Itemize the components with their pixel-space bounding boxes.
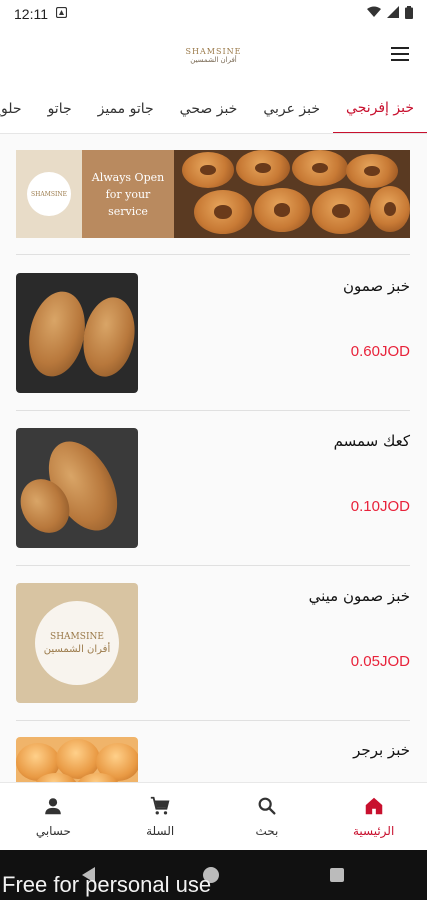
product-card[interactable]: خبز صمون 0.60JOD (16, 273, 410, 395)
nav-account-label: حسابي (35, 824, 71, 838)
divider (16, 720, 410, 721)
product-name: خبز صمون ميني (308, 587, 410, 605)
product-price: 0.10JOD (350, 498, 410, 515)
recents-icon[interactable] (330, 868, 344, 882)
product-card[interactable]: كعك سمسم 0.10JOD (16, 428, 410, 550)
product-price: 0.05JOD (350, 653, 410, 670)
nav-home-label: الرئيسية (352, 824, 395, 838)
home-icon (363, 795, 385, 820)
banner-logo: SHAMSINE (16, 150, 82, 238)
divider (16, 565, 410, 566)
cart-icon (149, 795, 171, 820)
nav-search-label: بحث (255, 824, 279, 838)
banner-photo (174, 150, 410, 238)
product-image-logo-ar: أفران الشمسين (43, 643, 111, 655)
tab-category[interactable]: خبز عربي (250, 84, 333, 133)
logo-text-ar: أفران الشمسين (190, 56, 237, 64)
product-list: SHAMSINE Always Open for your service خب… (0, 134, 427, 782)
tab-category[interactable]: جاتو (35, 84, 85, 133)
product-card[interactable]: خبز برجر (16, 737, 410, 782)
product-price: 0.60JOD (350, 343, 410, 360)
product-image: SHAMSINE أفران الشمسين (16, 583, 138, 703)
tab-category[interactable]: خبز إفرنجي (333, 84, 427, 133)
product-name: خبز برجر (353, 741, 410, 759)
brand-logo: SHAMSINE أفران الشمسين (186, 47, 242, 64)
product-name: خبز صمون (342, 277, 410, 295)
search-icon (256, 795, 278, 820)
product-name: كعك سمسم (333, 432, 410, 450)
person-icon (42, 795, 64, 820)
nav-home[interactable]: الرئيسية (320, 783, 427, 850)
category-tabs: خبز إفرنجي خبز عربي خبز صحي جاتو مميز جاتو حل… (0, 84, 427, 134)
status-time: 12:11 (14, 6, 48, 22)
product-image-logo: SHAMSINE أفران الشمسين (35, 601, 119, 685)
banner-logo-text: SHAMSINE (27, 172, 71, 216)
nav-cart[interactable]: السلة (107, 783, 214, 850)
product-image-logo-en: SHAMSINE (50, 631, 104, 642)
product-image (16, 737, 138, 782)
bottom-nav: الرئيسية بحث السلة حسابي (0, 782, 427, 850)
product-image (16, 273, 138, 393)
menu-icon[interactable] (391, 43, 413, 65)
divider (16, 410, 410, 411)
banner-text: Always Open for your service (82, 150, 174, 238)
logo-text-en: SHAMSINE (185, 47, 242, 56)
tab-category[interactable]: خبز صحي (167, 84, 251, 133)
divider (16, 254, 410, 255)
notification-icon (55, 6, 68, 22)
signal-icon (387, 6, 399, 22)
tab-category[interactable]: جاتو مميز (85, 84, 167, 133)
wifi-icon (367, 6, 381, 22)
product-card[interactable]: SHAMSINE أفران الشمسين خبز صمون ميني 0.0… (16, 583, 410, 705)
promo-banner[interactable]: SHAMSINE Always Open for your service (16, 150, 410, 238)
watermark: Free for personal use (2, 872, 212, 897)
status-bar: 12:11 (0, 0, 427, 28)
nav-account[interactable]: حسابي (0, 783, 107, 850)
tab-category[interactable]: حلويات (0, 84, 35, 133)
app-header: SHAMSINE أفران الشمسين (0, 28, 427, 83)
nav-cart-label: السلة (146, 824, 175, 838)
battery-icon (405, 5, 413, 23)
category-tabs-track: خبز إفرنجي خبز عربي خبز صحي جاتو مميز جاتو حل… (0, 84, 427, 133)
nav-search[interactable]: بحث (214, 783, 321, 850)
product-image (16, 428, 138, 548)
